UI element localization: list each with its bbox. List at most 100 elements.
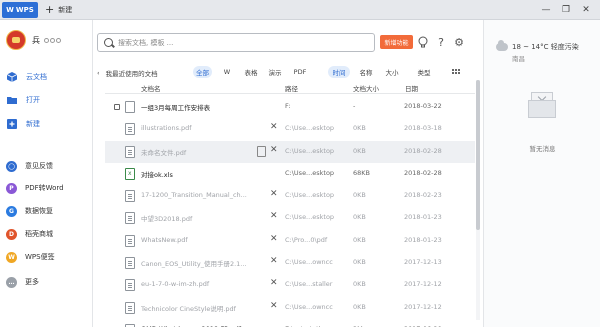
pdf-file-icon (125, 145, 135, 158)
sort-by-time[interactable]: 时间 (328, 66, 350, 78)
new-feature-button[interactable]: 新增功能 (380, 35, 413, 49)
column-header-date[interactable]: 日期 (405, 82, 418, 93)
minimize-icon[interactable]: — (536, 2, 556, 18)
plus-square-icon (6, 118, 18, 130)
sidebar-item-pdf-to-word[interactable]: P PDF转Word (6, 181, 64, 195)
scrollbar-thumb[interactable] (476, 80, 480, 230)
file-size: 0KB (353, 235, 366, 244)
filter-spreadsheet[interactable]: 表格 (242, 66, 260, 78)
file-name[interactable]: 17-1200_Transition_Manual_ch... (141, 191, 271, 199)
left-sidebar: 兵 云文档 打开 新建 ◯ 意见反馈 P PDF转Word G 数据恢复 D 稻… (0, 20, 93, 327)
grid-view-icon[interactable] (451, 66, 461, 78)
title-bar: W WPS + 新建 — ❐ ✕ (0, 0, 600, 20)
pdf-file-icon (125, 212, 135, 225)
search-icon (104, 38, 113, 47)
avatar[interactable] (6, 30, 26, 50)
recent-file-list: 一组3月每周工作安排表 F: - 2018-03-22 illustrations.pd… (105, 96, 475, 327)
remove-from-list-icon[interactable]: ✕ (270, 211, 278, 221)
sidebar-item-new[interactable]: 新建 (6, 116, 40, 132)
remove-from-list-icon[interactable]: ✕ (270, 122, 278, 132)
remove-from-list-icon[interactable]: ✕ (270, 234, 278, 244)
tab-new-label: 新建 (58, 6, 73, 14)
sidebar-item-store[interactable]: D 稻壳商城 (6, 227, 53, 241)
file-name[interactable]: 一组3月每周工作安排表 (141, 102, 271, 112)
file-row[interactable]: illustrations.pdf ✕ C:\Use...esktop 0KB 2018… (105, 118, 475, 140)
recent-docs-title: 我最近使用的文档 (105, 70, 158, 78)
column-header-name[interactable]: 文档名 (141, 82, 161, 93)
mailbox-icon (528, 90, 556, 120)
file-date: 2018-02-28 (404, 168, 442, 177)
file-name[interactable]: Technicolor CineStyle说明.pdf (141, 303, 271, 313)
file-name[interactable]: 中望3D2018.pdf (141, 213, 271, 223)
lightbulb-icon[interactable] (416, 34, 430, 50)
file-date: 2018-02-23 (404, 191, 442, 200)
sidebar-item-open[interactable]: 打开 (6, 92, 40, 108)
cloud-icon (496, 40, 508, 51)
filter-word[interactable]: W (220, 66, 234, 78)
column-header-size[interactable]: 文档大小 (353, 82, 379, 93)
user-profile[interactable]: 兵 (6, 29, 61, 51)
sidebar-item-label: WPS便签 (25, 253, 55, 261)
remove-from-list-icon[interactable]: ✕ (270, 301, 278, 311)
notes-icon: W (6, 251, 17, 263)
sidebar-item-more[interactable]: … 更多 (6, 275, 39, 289)
file-name[interactable]: 对接ok.xls (141, 169, 271, 179)
filter-all[interactable]: 全部 (193, 66, 212, 78)
expand-toggle-icon[interactable] (114, 104, 120, 110)
maximize-icon[interactable]: ❐ (556, 2, 576, 18)
file-row[interactable]: 未命名文件.pdf ✕ C:\Use...esktop 0KB 2018-02-28 (105, 140, 475, 163)
file-row[interactable]: eu-1-7-0-w-im-zh.pdf ✕ C:\Use...staller 0KB… (105, 274, 475, 296)
close-icon[interactable]: ✕ (576, 2, 596, 18)
sort-by-name[interactable]: 名称 (357, 66, 375, 78)
remove-from-list-icon[interactable]: ✕ (270, 278, 278, 288)
chevron-left-icon[interactable]: ‹ (97, 69, 100, 77)
sidebar-item-cloud-docs[interactable]: 云文档 (6, 69, 47, 85)
sidebar-item-notes[interactable]: W WPS便签 (6, 250, 55, 264)
file-size: - (353, 102, 356, 110)
tab-wps-home[interactable]: W WPS (2, 2, 38, 18)
file-row[interactable]: 中望3D2018.pdf ✕ C:\Use...esktop 0KB 2018-01-2… (105, 207, 475, 229)
sidebar-item-data-recovery[interactable]: G 数据恢复 (6, 204, 53, 218)
file-name[interactable]: 未命名文件.pdf (141, 147, 271, 157)
file-row[interactable]: Technicolor CineStyle说明.pdf ✕ C:\Use...own… (105, 297, 475, 319)
remove-from-list-icon[interactable]: ✕ (270, 256, 278, 266)
filter-presentation[interactable]: 演示 (266, 66, 284, 78)
file-name[interactable]: eu-1-7-0-w-im-zh.pdf (141, 280, 271, 288)
document-file-icon (125, 101, 135, 113)
file-row[interactable]: 一组3月每周工作安排表 F: - 2018-03-22 (105, 96, 475, 118)
search-input[interactable]: 搜索文档, 模板 ... (97, 33, 375, 52)
weather-summary: 18 ~ 14°C 轻度污染 (512, 43, 579, 51)
header-divider (105, 93, 475, 94)
file-row[interactable]: WhatsNew.pdf ✕ C:\Pro...0\pdf 0KB 2018-01-23 (105, 230, 475, 252)
copy-icon[interactable] (257, 145, 266, 157)
cube-icon (6, 71, 18, 83)
sidebar-item-feedback[interactable]: ◯ 意见反馈 (6, 159, 53, 173)
file-row[interactable]: OMD-What-is-new-2018-FR.pdfE:\yx\...tati… (105, 319, 475, 327)
help-icon[interactable]: ? (434, 34, 448, 50)
file-name[interactable]: illustrations.pdf (141, 124, 271, 132)
gear-icon[interactable]: ⚙ (452, 34, 466, 50)
right-panel: 18 ~ 14°C 轻度污染 南昌 暂无消息 (483, 20, 600, 327)
sort-by-type[interactable]: 类型 (409, 66, 439, 78)
file-row[interactable]: Canon_EOS_Utility_使用手册2.1... ✕ C:\Use...ow… (105, 252, 475, 274)
file-row[interactable]: 对接ok.xls C:\Use...esktop 68KB 2018-02-28 (105, 163, 475, 185)
pdf-file-icon (125, 257, 135, 270)
remove-from-list-icon[interactable]: ✕ (270, 145, 278, 155)
column-header-path[interactable]: 路径 (285, 82, 298, 93)
file-size: 68KB (353, 168, 370, 177)
file-name[interactable]: Canon_EOS_Utility_使用手册2.1... (141, 258, 271, 268)
remove-from-list-icon[interactable]: ✕ (270, 189, 278, 199)
sort-by-size[interactable]: 大小 (385, 66, 399, 78)
sidebar-item-label: 云文档 (26, 73, 47, 81)
weather-widget[interactable]: 18 ~ 14°C 轻度污染 (496, 40, 579, 52)
tab-new[interactable]: + 新建 (45, 3, 72, 17)
filter-pdf[interactable]: PDF (291, 66, 309, 78)
weather-city: 南昌 (512, 55, 525, 63)
sidebar-item-label: PDF转Word (25, 184, 64, 192)
username: 兵 (32, 35, 40, 45)
file-row[interactable]: 17-1200_Transition_Manual_ch... ✕ C:\Use..… (105, 185, 475, 207)
file-path: C:\Use...owncc (285, 258, 333, 267)
file-name[interactable]: WhatsNew.pdf (141, 236, 271, 244)
tab-wps-label: WPS (15, 6, 34, 14)
file-size: 0KB (353, 258, 366, 267)
